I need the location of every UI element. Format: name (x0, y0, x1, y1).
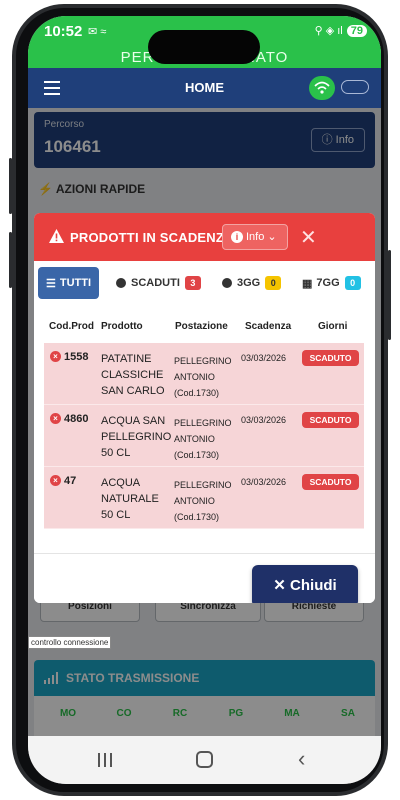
cell-code: 1558 (64, 351, 89, 363)
close-icon[interactable]: ✕ (300, 225, 317, 250)
tab-scaduti-label: SCADUTI (131, 277, 180, 289)
cell-code: 47 (64, 475, 77, 487)
wifi-status-icon[interactable] (309, 76, 335, 100)
tab-3gg[interactable]: 3GG 0 (222, 267, 282, 299)
products-table: Cod.Prod Prodotto Postazione Scadenza Gi… (34, 307, 375, 541)
tab-tutti-label: TUTTI (59, 277, 92, 289)
back-icon[interactable]: ‹ (298, 746, 305, 772)
cell-scadenza: 03/03/2026 (241, 477, 287, 487)
tab-7gg-label: 7GG (316, 277, 340, 289)
status-right: ⚲ ◈ ıl 79 (315, 24, 367, 37)
col-scadenza: Scadenza (245, 321, 292, 332)
scaduti-count-badge: 3 (184, 276, 201, 290)
cell-product: ACQUA NATURALE 50 CL (101, 477, 159, 521)
calendar-icon: ▦ (302, 277, 313, 290)
phone-screen: 10:52 ✉ ≈ ⚲ ◈ ıl 79 PERCORSO AVVIATO HOM… (28, 16, 381, 784)
modal-info-label: Info (246, 231, 265, 243)
chiudi-button[interactable]: ✕ Chiudi (252, 565, 358, 603)
tab-scaduti[interactable]: SCADUTI 3 (116, 267, 201, 299)
phone-power-button (388, 250, 391, 340)
cell-postazione: PELLEGRINO ANTONIO (Cod.1730) (174, 356, 232, 398)
cell-postazione: PELLEGRINO ANTONIO (Cod.1730) (174, 480, 232, 522)
chevron-down-icon: ⌄ (267, 231, 277, 243)
app-header: HOME (28, 68, 381, 108)
chiudi-label: Chiudi (290, 577, 337, 594)
notification-icons: ✉ ≈ (88, 26, 107, 38)
recents-icon[interactable] (98, 753, 112, 767)
expiring-products-modal: PRODOTTI IN SCADENZA i Info ⌄ ✕ ☰ TUTTI SC… (34, 213, 375, 603)
cell-code: 4860 (64, 413, 89, 425)
tab-3gg-label: 3GG (237, 277, 261, 289)
cloud-sync-icon[interactable] (341, 80, 369, 94)
3gg-count-badge: 0 (265, 276, 282, 290)
battery-icon: 79 (346, 24, 367, 37)
filter-tabs: ☰ TUTTI SCADUTI 3 3GG 0 ▦ 7GG 0 (34, 261, 375, 307)
warning-icon (49, 229, 64, 243)
modal-header: PRODOTTI IN SCADENZA i Info ⌄ ✕ (34, 213, 375, 261)
tab-7gg[interactable]: ▦ 7GG 0 (302, 267, 361, 299)
x-circle-icon: × (50, 351, 61, 362)
home-icon[interactable] (196, 751, 213, 768)
modal-info-dropdown[interactable]: i Info ⌄ (222, 224, 288, 250)
info-icon: i (231, 231, 243, 243)
tab-tutti[interactable]: ☰ TUTTI (38, 267, 100, 299)
cell-postazione: PELLEGRINO ANTONIO (Cod.1730) (174, 418, 232, 460)
table-row[interactable]: × 47 ACQUA NATURALE 50 CL PELLEGRINO ANT… (44, 467, 364, 529)
status-badge: SCADUTO (302, 412, 359, 428)
android-navigation-bar: ‹ (28, 736, 381, 784)
phone-side-button-left (9, 158, 12, 214)
status-badge: SCADUTO (302, 350, 359, 366)
col-codprod: Cod.Prod (49, 321, 94, 332)
cell-scadenza: 03/03/2026 (241, 353, 287, 363)
signal-icons: ⚲ ◈ ıl (314, 25, 343, 37)
camera-notch (148, 30, 260, 64)
col-giorni: Giorni (318, 321, 348, 332)
x-circle-icon: × (50, 475, 61, 486)
list-icon: ☰ (46, 277, 56, 290)
cell-product: PATATINE CLASSICHE SAN CARLO (101, 353, 165, 397)
table-row[interactable]: × 4860 ACQUA SAN PELLEGRINO 50 CL PELLEG… (44, 405, 364, 467)
cell-product: ACQUA SAN PELLEGRINO 50 CL (101, 415, 172, 459)
modal-footer: ✕ Chiudi (34, 553, 375, 603)
status-time: 10:52 (44, 23, 83, 40)
cell-scadenza: 03/03/2026 (241, 415, 287, 425)
col-prodotto: Prodotto (101, 321, 143, 332)
x-circle-icon (116, 278, 126, 288)
connection-tooltip: controllo connessione (28, 636, 112, 649)
7gg-count-badge: 0 (344, 276, 361, 290)
col-postazione: Postazione (175, 321, 228, 332)
table-row[interactable]: × 1558 PATATINE CLASSICHE SAN CARLO PELL… (44, 343, 364, 405)
table-header: Cod.Prod Prodotto Postazione Scadenza Gi… (34, 315, 375, 335)
modal-title: PRODOTTI IN SCADENZA (70, 230, 234, 245)
x-circle-icon: × (50, 413, 61, 424)
phone-side-button-left-2 (9, 232, 12, 288)
status-badge: SCADUTO (302, 474, 359, 490)
clock-icon (222, 278, 232, 288)
